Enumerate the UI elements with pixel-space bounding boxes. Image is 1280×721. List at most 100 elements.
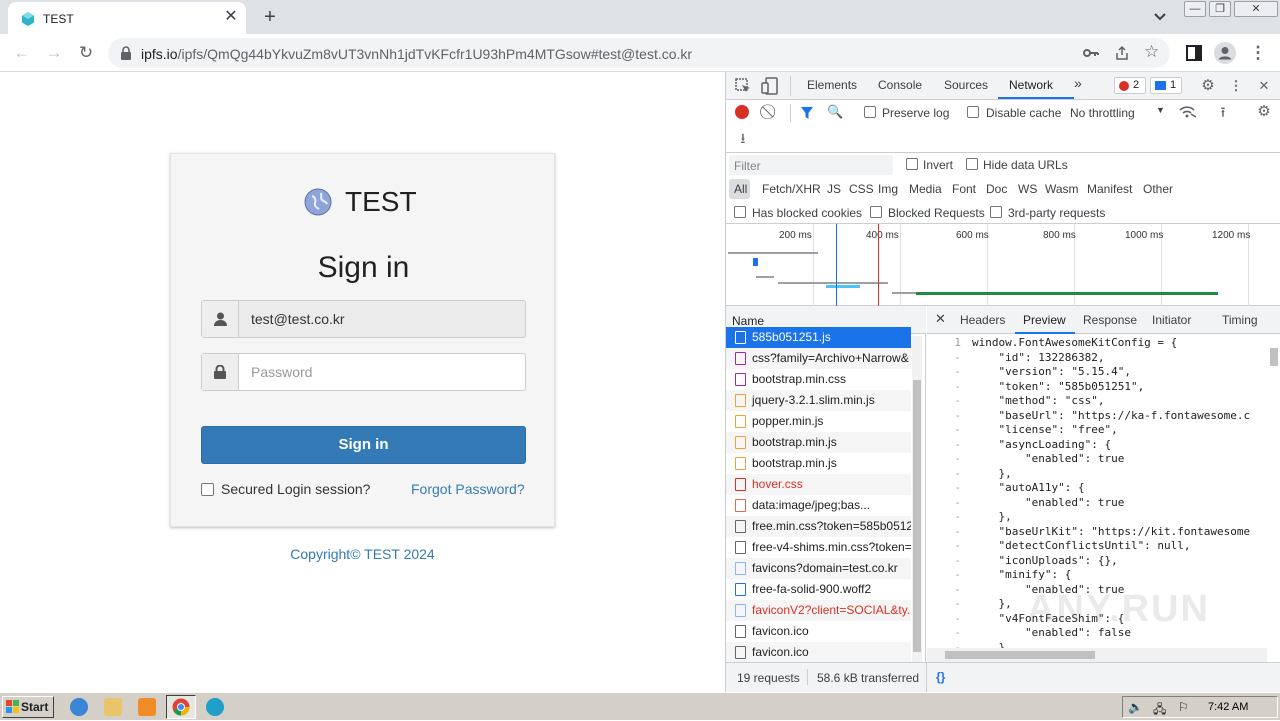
name-column-header[interactable]: Name: [732, 314, 764, 328]
code-vscroll-thumb[interactable]: [1270, 348, 1278, 366]
invert-checkbox[interactable]: [906, 158, 918, 170]
type-filter-css[interactable]: CSS: [849, 182, 874, 196]
network-settings-icon[interactable]: ⚙: [1256, 104, 1272, 120]
clear-icon[interactable]: ⃠: [763, 104, 779, 120]
detail-tab-preview[interactable]: Preview: [1023, 313, 1066, 327]
settings-gear-icon[interactable]: ⚙: [1200, 78, 1216, 94]
disable-cache-label[interactable]: Disable cache: [986, 106, 1061, 120]
request-row[interactable]: data:image/jpeg;bas...: [726, 495, 911, 516]
network-overview-timeline[interactable]: 200 ms 400 ms 600 ms 800 ms 1000 ms 1200…: [726, 224, 1280, 306]
blocked-requests-checkbox[interactable]: [870, 206, 882, 218]
request-row[interactable]: hover.css: [726, 474, 911, 495]
type-filter-manifest[interactable]: Manifest: [1087, 182, 1132, 196]
code-hscrollbar[interactable]: [927, 648, 1267, 662]
request-row[interactable]: faviconV2?client=SOCIAL&ty...: [726, 600, 911, 621]
explorer-taskbar-icon[interactable]: [104, 698, 122, 716]
forgot-password-link[interactable]: Forgot Password?: [411, 481, 525, 497]
filter-input[interactable]: Filter: [729, 155, 893, 175]
email-field[interactable]: test@test.co.kr: [201, 300, 526, 338]
tab-search-chevron-icon[interactable]: [1150, 8, 1170, 26]
filter-funnel-icon[interactable]: [800, 106, 814, 120]
close-window-button[interactable]: ✕: [1234, 1, 1278, 17]
type-filter-ws[interactable]: WS: [1018, 182, 1037, 196]
forward-icon[interactable]: →: [44, 43, 64, 63]
lock-icon[interactable]: [120, 46, 132, 60]
password-field[interactable]: Password: [201, 353, 526, 391]
type-filter-fetch[interactable]: Fetch/XHR: [762, 182, 821, 196]
type-filter-other[interactable]: Other: [1143, 182, 1173, 196]
volume-icon[interactable]: 🔈: [1128, 700, 1143, 714]
restore-button[interactable]: ❐: [1209, 1, 1231, 17]
request-row[interactable]: bootstrap.min.css: [726, 369, 911, 390]
request-row[interactable]: favicon.ico: [726, 642, 911, 663]
ie-taskbar-icon[interactable]: [70, 698, 88, 716]
request-row[interactable]: css?family=Archivo+Narrow&: [726, 348, 911, 369]
secured-session-checkbox[interactable]: [201, 483, 214, 496]
pretty-print-icon[interactable]: {}: [936, 670, 945, 684]
network-tray-icon[interactable]: 🖧: [1153, 700, 1166, 721]
scrollbar-thumb[interactable]: [913, 380, 921, 652]
flag-icon[interactable]: ⚐: [1178, 700, 1189, 714]
hide-data-urls-label[interactable]: Hide data URLs: [983, 158, 1068, 172]
tab-elements[interactable]: Elements: [807, 78, 857, 92]
detail-tab-initiator[interactable]: Initiator: [1152, 313, 1191, 327]
blocked-requests-label[interactable]: Blocked Requests: [888, 206, 985, 220]
browser-menu-icon[interactable]: ⋮: [1248, 43, 1268, 63]
request-row[interactable]: bootstrap.min.js: [726, 432, 911, 453]
record-icon[interactable]: [735, 105, 749, 119]
preserve-log-checkbox[interactable]: [864, 106, 876, 118]
back-icon[interactable]: ←: [12, 43, 32, 63]
new-tab-button[interactable]: +: [258, 6, 282, 28]
error-badge[interactable]: 2: [1114, 77, 1146, 94]
secured-session-label[interactable]: Secured Login session?: [221, 481, 370, 497]
request-row[interactable]: free-v4-shims.min.css?token=: [726, 537, 911, 558]
close-devtools-icon[interactable]: ✕: [1256, 78, 1272, 94]
reload-icon[interactable]: ↻: [76, 43, 96, 63]
customize-menu-icon[interactable]: ⋮: [1228, 78, 1244, 94]
disable-cache-checkbox[interactable]: [967, 106, 979, 118]
minimize-button[interactable]: —: [1184, 1, 1206, 17]
message-badge[interactable]: 1: [1150, 77, 1182, 94]
tab-network[interactable]: Network: [1009, 78, 1053, 92]
code-vscrollbar[interactable]: [1267, 334, 1280, 648]
request-row[interactable]: popper.min.js: [726, 411, 911, 432]
request-row[interactable]: favicon.ico: [726, 621, 911, 642]
type-filter-wasm[interactable]: Wasm: [1045, 182, 1079, 196]
type-filter-img[interactable]: Img: [878, 182, 898, 196]
more-tabs-icon[interactable]: »: [1074, 75, 1082, 91]
device-toolbar-icon[interactable]: [761, 77, 779, 95]
third-party-label[interactable]: 3rd-party requests: [1008, 206, 1105, 220]
throttling-dropdown-icon[interactable]: ▼: [1156, 105, 1165, 115]
type-filter-font[interactable]: Font: [952, 182, 976, 196]
bookmark-star-icon[interactable]: ☆: [1144, 42, 1159, 62]
request-row[interactable]: free.min.css?token=585b0512: [726, 516, 911, 537]
request-row[interactable]: bootstrap.min.js: [726, 453, 911, 474]
request-row[interactable]: jquery-3.2.1.slim.min.js: [726, 390, 911, 411]
type-filter-doc[interactable]: Doc: [986, 182, 1007, 196]
blocked-cookies-checkbox[interactable]: [734, 206, 746, 218]
type-filter-js[interactable]: JS: [827, 182, 841, 196]
throttling-select[interactable]: No throttling: [1070, 106, 1135, 120]
invert-label[interactable]: Invert: [923, 158, 953, 172]
share-icon[interactable]: [1114, 45, 1130, 61]
copyright-link[interactable]: Copyright© TEST 2024: [0, 546, 725, 562]
tab-console[interactable]: Console: [878, 78, 922, 92]
blocked-cookies-label[interactable]: Has blocked cookies: [752, 206, 862, 220]
import-har-icon[interactable]: ⭱: [1215, 104, 1231, 120]
close-detail-icon[interactable]: ✕: [935, 311, 946, 327]
type-filter-all[interactable]: All: [734, 182, 747, 196]
key-icon[interactable]: [1083, 46, 1099, 60]
code-hscroll-thumb[interactable]: [945, 651, 1095, 659]
side-panel-icon[interactable]: [1186, 45, 1202, 61]
tab-close-icon[interactable]: ✕: [222, 8, 240, 26]
request-row[interactable]: favicons?domain=test.co.kr: [726, 558, 911, 579]
media-player-taskbar-icon[interactable]: [138, 698, 156, 716]
type-filter-media[interactable]: Media: [909, 182, 942, 196]
edge-taskbar-icon[interactable]: [206, 698, 224, 716]
signin-button[interactable]: Sign in: [201, 426, 526, 464]
inspect-element-icon[interactable]: [735, 78, 751, 94]
third-party-checkbox[interactable]: [990, 206, 1002, 218]
request-row[interactable]: 585b051251.js: [726, 327, 911, 348]
request-list-scrollbar[interactable]: [912, 336, 922, 662]
tab-sources[interactable]: Sources: [944, 78, 988, 92]
